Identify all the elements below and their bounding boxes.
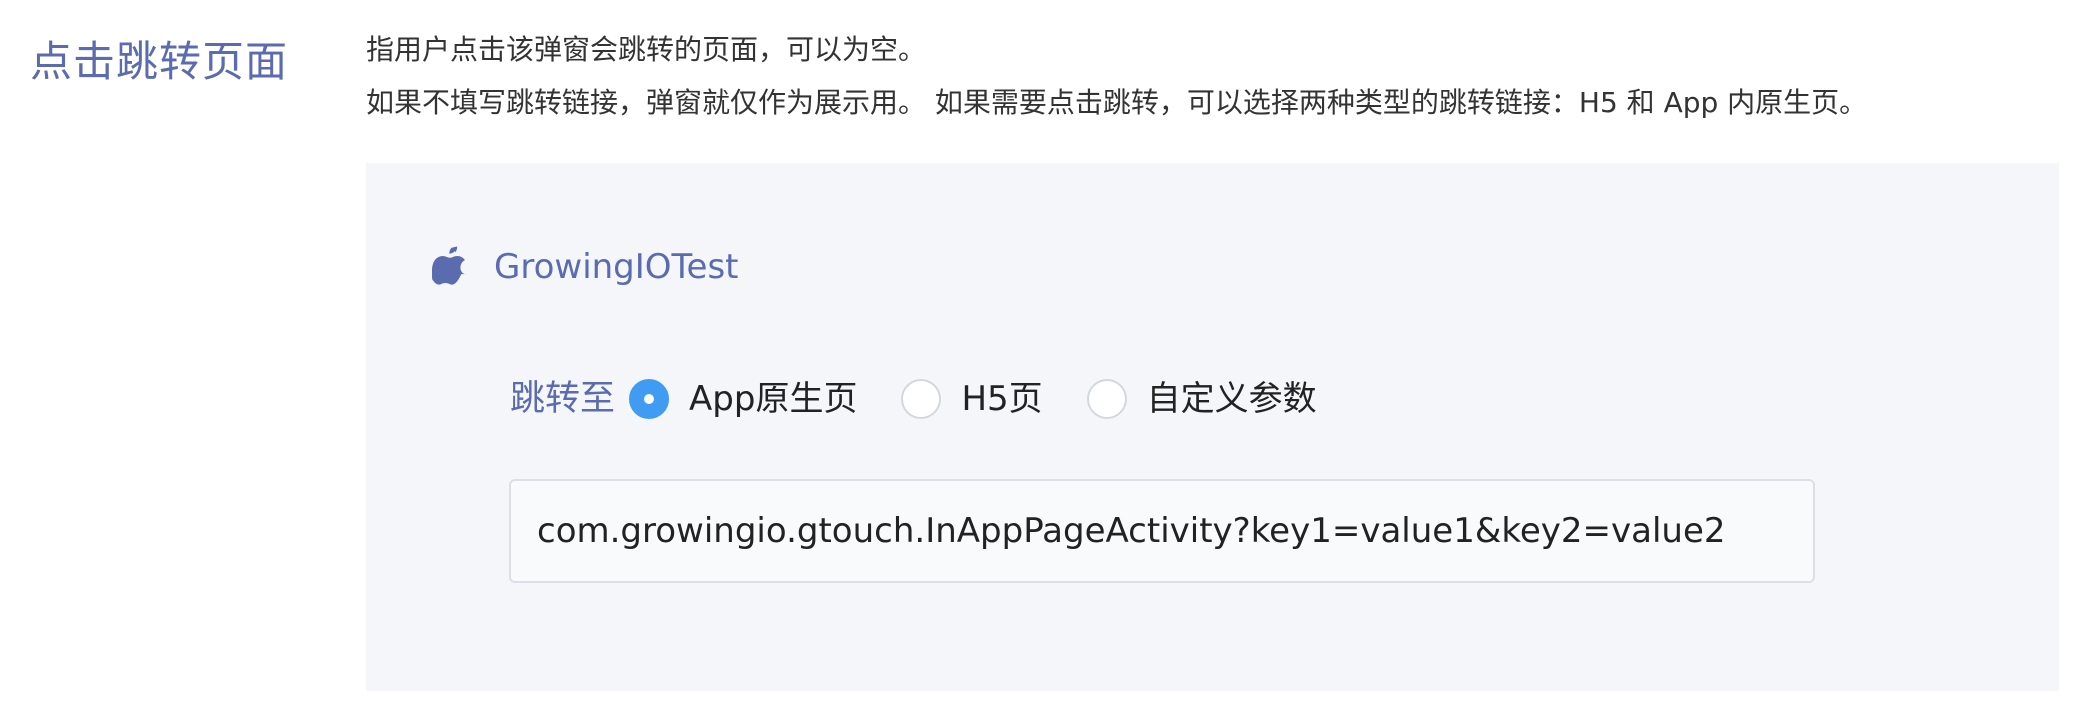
- page: 点击跳转页面 指用户点击该弹窗会跳转的页面，可以为空。 如果不填写跳转链接，弹窗…: [0, 0, 2076, 706]
- radio-label-custom-params[interactable]: 自定义参数: [1147, 369, 1317, 429]
- radio-label-app-native-page[interactable]: App原生页: [689, 369, 857, 429]
- jump-settings-panel: GrowingIOTest 跳转至 App原生页 H5页 自定义参数: [366, 163, 2059, 691]
- radio-app-native-page[interactable]: App原生页: [629, 369, 857, 429]
- radio-unchecked-icon[interactable]: [901, 379, 942, 419]
- apple-icon: [431, 246, 466, 288]
- description-line-2: 如果不填写跳转链接，弹窗就仅作为展示用。 如果需要点击跳转，可以选择两种类型的跳…: [366, 86, 1868, 119]
- jump-url-input[interactable]: [509, 479, 1815, 583]
- radio-custom-params[interactable]: 自定义参数: [1086, 369, 1317, 429]
- radio-label-h5-page[interactable]: H5页: [961, 369, 1042, 429]
- app-row: GrowingIOTest: [431, 243, 739, 291]
- radio-unchecked-icon[interactable]: [1086, 379, 1127, 419]
- jump-target-row: 跳转至 App原生页 H5页 自定义参数: [510, 369, 1317, 429]
- radio-checked-icon[interactable]: [629, 379, 670, 419]
- radio-h5-page[interactable]: H5页: [901, 369, 1043, 429]
- section-title: 点击跳转页面: [30, 37, 289, 86]
- app-name: GrowingIOTest: [494, 247, 739, 287]
- description-line-1: 指用户点击该弹窗会跳转的页面，可以为空。: [366, 33, 927, 66]
- jump-target-label: 跳转至: [510, 379, 616, 419]
